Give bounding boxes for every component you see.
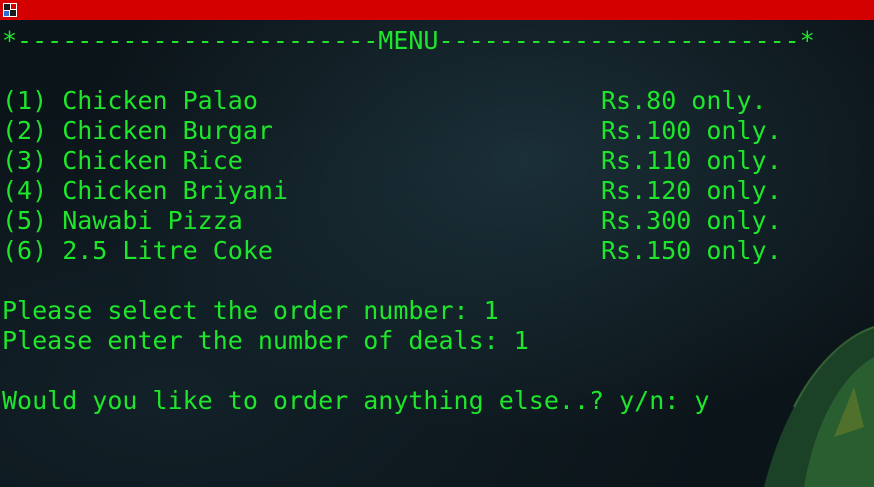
order-more-prompt[interactable]: Would you like to order anything else..?…	[2, 386, 709, 416]
deals-count-prompt: Please enter the number of deals: 1	[2, 326, 529, 355]
menu-item-price: Rs.100 only.	[601, 116, 782, 145]
order-number-prompt: Please select the order number: 1	[2, 296, 499, 325]
menu-item: (1) Chicken Palao Rs.80 only.	[2, 86, 862, 116]
menu-item-label: (3) Chicken Rice	[2, 146, 243, 175]
window-titlebar[interactable]	[0, 0, 874, 20]
menu-item-price: Rs.150 only.	[601, 236, 782, 265]
menu-item-price: Rs.120 only.	[601, 176, 782, 205]
menu-item-label: (4) Chicken Briyani	[2, 176, 288, 205]
menu-item-price: Rs.110 only.	[601, 146, 782, 175]
menu-item-price: Rs.80 only.	[601, 86, 767, 115]
menu-item: (5) Nawabi Pizza Rs.300 only.	[2, 206, 862, 236]
console-output: *------------------------MENU-----------…	[0, 20, 874, 487]
menu-item: (2) Chicken Burgar Rs.100 only.	[2, 116, 862, 146]
menu-item-label: (2) Chicken Burgar	[2, 116, 273, 145]
menu-item: (3) Chicken Rice Rs.110 only.	[2, 146, 862, 176]
menu-item: (4) Chicken Briyani Rs.120 only.	[2, 176, 862, 206]
menu-item-price: Rs.300 only.	[601, 206, 782, 235]
menu-item: (6) 2.5 Litre Coke Rs.150 only.	[2, 236, 862, 266]
menu-item-label: (5) Nawabi Pizza	[2, 206, 243, 235]
menu-item-label: (1) Chicken Palao	[2, 86, 258, 115]
background-decoration	[764, 326, 874, 487]
menu-header: *------------------------MENU-----------…	[2, 26, 815, 55]
terminal-app-icon[interactable]	[3, 3, 17, 17]
menu-item-label: (6) 2.5 Litre Coke	[2, 236, 273, 265]
